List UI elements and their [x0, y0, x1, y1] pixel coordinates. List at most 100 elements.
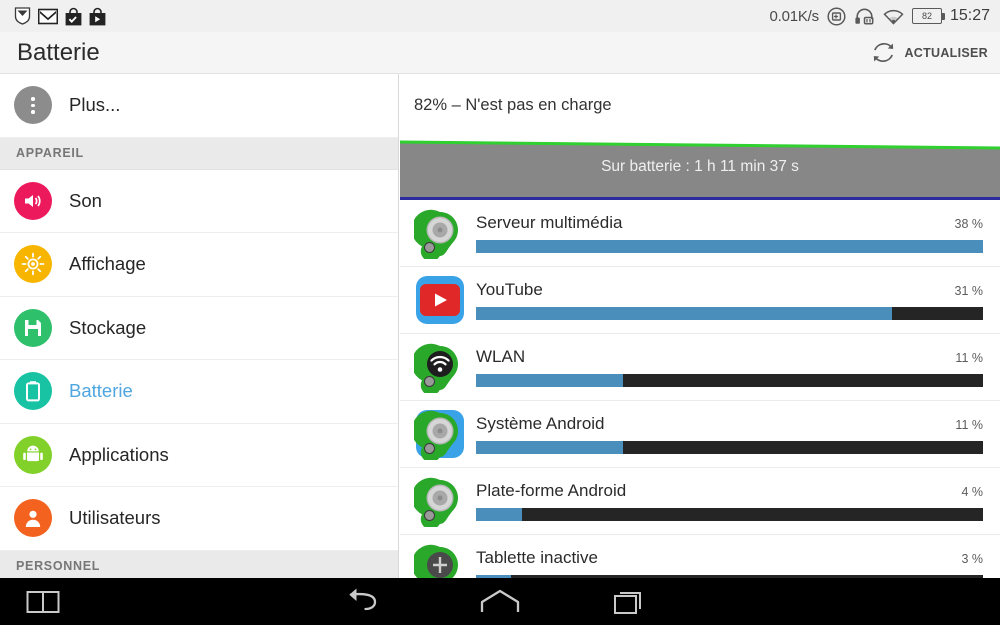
usage-bar-track	[476, 240, 983, 253]
battery-level-label: 82	[921, 10, 932, 21]
app-percent-label: 11 %	[955, 351, 983, 365]
network-speed-label: 0.01K/s	[769, 7, 819, 25]
usage-bar-fill	[476, 374, 624, 387]
app-percent-label: 38 %	[954, 217, 984, 231]
battery-status-text: 82% – N'est pas en charge	[400, 74, 1000, 137]
play-video-icon	[89, 7, 106, 25]
usage-bar-track	[476, 374, 983, 387]
usage-bar-fill	[476, 307, 892, 320]
home-icon[interactable]	[478, 588, 522, 616]
battery-detail-panel: 82% – N'est pas en charge Sur batterie :…	[400, 74, 1000, 578]
android-settings-screen: 0.01K/s 82 15:27 Batterie ACTUALISER Plu…	[0, 0, 1000, 625]
brightness-icon	[14, 245, 52, 284]
status-bar-system-icons: 0.01K/s 82 15:27	[769, 6, 990, 26]
sidebar-item-label: Stockage	[69, 316, 147, 338]
wifi-icon	[883, 9, 904, 25]
battery-usage-list[interactable]: Serveur multimédia 38 % YouTube 31 % WLA…	[400, 200, 1000, 578]
app-name-label: WLAN	[476, 347, 526, 366]
usage-bar-track	[476, 307, 983, 320]
usage-bar-track	[476, 441, 983, 454]
recents-icon[interactable]	[612, 588, 648, 616]
settings-sidebar[interactable]: Plus... APPAREIL Son Affichage Stockage …	[0, 74, 399, 578]
tablet-idle-icon	[411, 542, 466, 578]
app-usage-body: Système Android 11 %	[476, 414, 983, 454]
sidebar-item-plus[interactable]: Plus...	[0, 74, 398, 138]
headset-icon	[855, 8, 874, 25]
app-percent-label: 3 %	[961, 552, 983, 566]
gmail-icon	[38, 8, 58, 24]
battery-icon: 82	[911, 8, 945, 24]
usage-bar-track	[476, 508, 983, 521]
table-row[interactable]: Plate-forme Android 4 %	[400, 468, 1000, 535]
android-system-icon	[411, 475, 466, 530]
refresh-label: ACTUALISER	[904, 45, 988, 60]
sidebar-item-label: Utilisateurs	[69, 507, 161, 529]
app-usage-header: Serveur multimédia 38 %	[476, 213, 983, 233]
sidebar-item-label: Applications	[69, 443, 169, 465]
app-usage-header: Tablette inactive 3 %	[476, 548, 983, 568]
app-usage-body: YouTube 31 %	[476, 280, 983, 320]
youtube-icon	[414, 274, 466, 326]
app-usage-body: Serveur multimédia 38 %	[476, 213, 983, 253]
android-system-icon	[411, 408, 466, 463]
sidebar-item-label: Batterie	[69, 380, 133, 402]
sidebar-item-label: Son	[69, 189, 102, 211]
app-name-label: Tablette inactive	[476, 548, 598, 567]
person-icon	[14, 499, 52, 538]
app-percent-label: 31 %	[954, 284, 984, 298]
play-store-icon	[65, 7, 82, 25]
shield-icon	[14, 7, 31, 25]
sidebar-item-label: Affichage	[69, 253, 146, 275]
sidebar-item-son[interactable]: Son	[0, 169, 398, 233]
app-usage-body: WLAN 11 %	[476, 347, 983, 387]
more-dots-icon	[14, 86, 52, 125]
sidebar-item-batterie[interactable]: Batterie	[0, 360, 398, 424]
status-bar: 0.01K/s 82 15:27	[0, 0, 1000, 32]
rotation-lock-icon	[827, 6, 846, 26]
sidebar-item-stockage[interactable]: Stockage	[0, 296, 398, 360]
action-bar: Batterie ACTUALISER	[0, 32, 1000, 74]
app-percent-label: 11 %	[955, 418, 983, 432]
app-percent-label: 4 %	[961, 485, 983, 499]
usage-bar-fill	[476, 240, 983, 253]
back-icon[interactable]	[345, 587, 385, 617]
android-system-icon	[411, 207, 466, 262]
refresh-button[interactable]: ACTUALISER	[868, 37, 1000, 68]
system-navigation-bar	[0, 578, 1000, 625]
sidebar-item-applications[interactable]: Applications	[0, 423, 398, 487]
table-row[interactable]: Système Android 11 %	[400, 401, 1000, 468]
app-usage-body: Tablette inactive 3 %	[476, 548, 983, 578]
sidebar-item-label: Plus...	[69, 94, 121, 116]
app-usage-body: Plate-forme Android 4 %	[476, 481, 983, 521]
app-name-label: YouTube	[476, 280, 543, 299]
sidebar-header-label: APPAREIL	[16, 146, 84, 160]
sidebar-item-utilisateurs[interactable]: Utilisateurs	[0, 487, 398, 551]
sidebar-item-affichage[interactable]: Affichage	[0, 233, 398, 297]
table-row[interactable]: YouTube 31 %	[400, 267, 1000, 334]
sidebar-header-appareil: APPAREIL	[0, 137, 398, 170]
battery-icon	[14, 372, 52, 411]
status-bar-notification-icons	[14, 7, 106, 26]
app-name-label: Plate-forme Android	[476, 481, 627, 500]
clock-label: 15:27	[949, 7, 990, 24]
split-screen-icon[interactable]	[25, 588, 61, 616]
app-name-label: Système Android	[476, 414, 605, 433]
refresh-icon	[874, 42, 894, 63]
app-usage-header: WLAN 11 %	[476, 347, 983, 367]
app-usage-header: Système Android 11 %	[476, 414, 983, 434]
app-name-label: Serveur multimédia	[476, 213, 623, 232]
save-disk-icon	[14, 308, 52, 347]
sidebar-header-label: PERSONNEL	[16, 559, 101, 573]
battery-history-chart: Sur batterie : 1 h 11 min 37 s	[400, 137, 1000, 197]
usage-bar-fill	[476, 441, 624, 454]
speaker-icon	[14, 181, 52, 220]
table-row[interactable]: WLAN 11 %	[400, 334, 1000, 401]
android-icon	[14, 435, 52, 474]
table-row[interactable]: Serveur multimédia 38 %	[400, 200, 1000, 267]
battery-chart-label: Sur batterie : 1 h 11 min 37 s	[601, 158, 799, 175]
app-usage-header: YouTube 31 %	[476, 280, 983, 300]
sidebar-header-personnel: PERSONNEL	[0, 550, 398, 578]
usage-bar-fill	[476, 508, 522, 521]
table-row[interactable]: Tablette inactive 3 %	[400, 535, 1000, 578]
wifi-drop-icon	[411, 341, 466, 396]
